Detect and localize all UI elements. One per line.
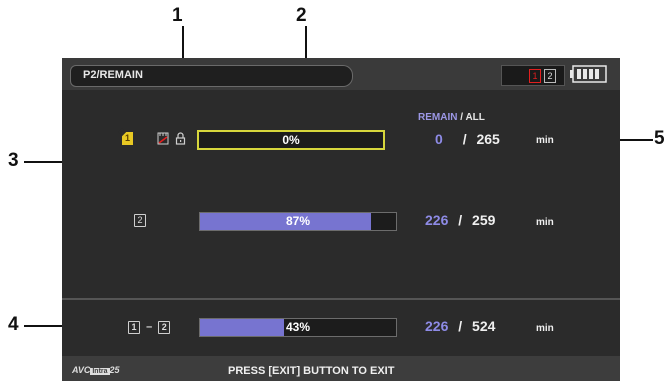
callout-2: 2 (296, 5, 307, 26)
slot-1-values: 0 / 265 (435, 131, 500, 147)
codec-prefix: AVC (72, 365, 91, 375)
slot-2-status-icon: 2 (544, 69, 556, 83)
slot-1-status-icon: 1 (529, 69, 541, 83)
slot-1-remain-bar: 0% (197, 130, 385, 150)
total-divider (62, 298, 620, 300)
slot-1-separator: / (462, 131, 467, 147)
slot-2-icon: 2 (134, 214, 146, 227)
total-all-value: 524 (472, 318, 496, 334)
codec-box: Intra (90, 368, 110, 375)
header-separator: / (460, 112, 464, 123)
total-remain-value: 226 (425, 318, 449, 334)
codec-logo: AVC Intra 25 (72, 365, 120, 375)
slot-2-separator: / (458, 212, 463, 228)
total-separator: / (458, 318, 463, 334)
all-header: ALL (465, 112, 485, 123)
slot-2-percent: 87% (285, 214, 311, 228)
slot-range-dash: – (146, 321, 153, 334)
total-unit: min (536, 323, 554, 334)
callout-3: 3 (8, 150, 19, 171)
remain-header: REMAIN (418, 112, 458, 123)
card-warning-icon (157, 132, 169, 145)
slot-2-remain-value: 226 (425, 212, 449, 228)
slot-range: 1 – 2 (128, 321, 171, 334)
total-from-slot-icon: 1 (128, 321, 140, 334)
slot-status: 1 2 (501, 65, 565, 86)
slot-2-values: 226 / 259 (425, 212, 495, 228)
screen-title: P2/REMAIN (83, 69, 143, 81)
top-bar: P2/REMAIN 1 2 (62, 58, 620, 90)
bottom-bar: AVC Intra 25 PRESS [EXIT] BUTTON TO EXIT (62, 356, 620, 381)
slot-1-remain-value: 0 (435, 131, 443, 147)
column-header: REMAIN / ALL (418, 112, 485, 123)
callout-5: 5 (654, 128, 664, 149)
total-to-slot-icon: 2 (158, 321, 171, 334)
remain-screen: P2/REMAIN 1 2 REMAIN / ALL 1 0% 0 / 265 … (62, 58, 620, 381)
slot-1-percent: 0% (282, 133, 300, 147)
slot-1-total-value: 265 (476, 131, 500, 147)
slot-2-total-value: 259 (472, 212, 496, 228)
slot-2-unit: min (536, 217, 554, 228)
p2-card-icon: 1 (122, 132, 133, 145)
callout-1: 1 (172, 5, 183, 26)
title-tab: P2/REMAIN (70, 65, 187, 87)
battery-icon (570, 65, 607, 83)
total-percent: 43% (285, 320, 311, 334)
callout-4: 4 (8, 314, 19, 335)
exit-instruction: PRESS [EXIT] BUTTON TO EXIT (228, 365, 395, 377)
title-tab-extension (185, 65, 353, 87)
total-values: 226 / 524 (425, 318, 495, 334)
slot-1-unit: min (536, 135, 554, 146)
slot-2-remain-bar: 87% (199, 212, 397, 231)
lock-icon (175, 132, 186, 145)
total-remain-bar: 43% (199, 318, 397, 337)
codec-suffix: 25 (109, 365, 120, 375)
